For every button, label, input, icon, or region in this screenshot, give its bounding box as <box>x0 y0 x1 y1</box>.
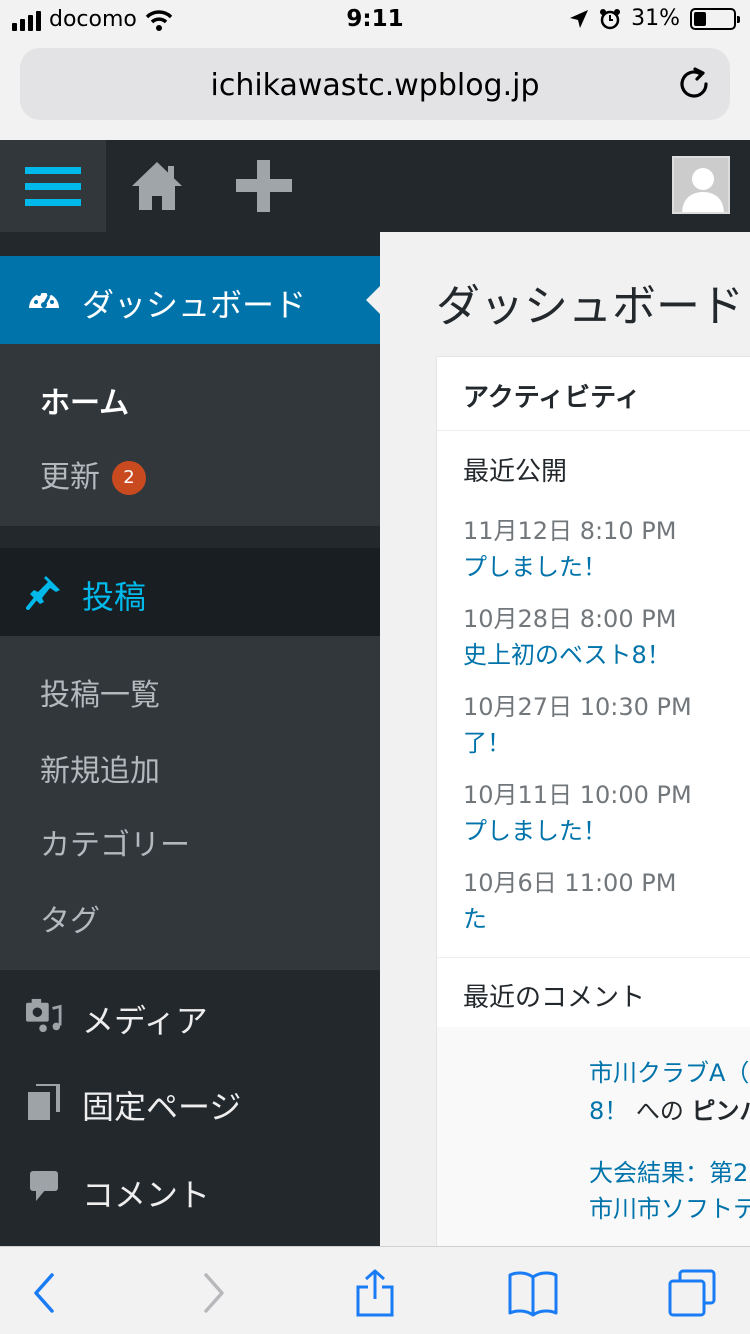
reload-icon[interactable] <box>676 66 712 102</box>
widget-header[interactable]: アクティビティ <box>437 357 750 431</box>
battery-percent: 31% <box>631 6 680 31</box>
submenu-updates[interactable]: 更新 2 <box>40 452 146 496</box>
activity-post-link[interactable]: プしました！ <box>463 547 607 582</box>
dashboard-icon <box>26 282 62 318</box>
dashboard-submenu: ホーム 更新 2 <box>0 344 380 526</box>
activity-date: 10月6日 11:00 PM <box>463 869 677 897</box>
menu-toggle-button[interactable] <box>0 140 106 232</box>
comment-post-link[interactable]: 大会結果：第2 <box>589 1153 748 1188</box>
recent-published-heading: 最近公開 <box>463 457 568 487</box>
new-content-icon[interactable] <box>236 160 292 212</box>
comment-meta: 8！ への ピンバ <box>589 1091 750 1126</box>
browser-toolbar <box>0 1246 750 1334</box>
posts-submenu: 投稿一覧 新規追加 カテゴリー タグ <box>0 636 380 970</box>
update-count-badge: 2 <box>112 461 146 495</box>
sidebar-item-pages[interactable]: 固定ページ <box>0 1058 380 1146</box>
comment-post-link[interactable]: 市川市ソフトテ <box>589 1189 750 1224</box>
pin-icon <box>26 574 62 610</box>
activity-post-link[interactable]: プしました！ <box>463 811 607 846</box>
bookmarks-icon[interactable] <box>508 1269 558 1317</box>
activity-date: 10月11日 10:00 PM <box>463 781 692 809</box>
activity-post-link[interactable]: た <box>463 899 487 934</box>
status-right: 31% <box>569 6 740 31</box>
activity-post-link[interactable]: 史上初のベスト8！ <box>463 635 671 670</box>
activity-post-link[interactable]: 了！ <box>463 723 511 758</box>
tabs-icon[interactable] <box>668 1269 718 1317</box>
user-icon <box>682 168 724 212</box>
status-bar: docomo 9:11 31% <box>0 0 750 40</box>
page-title: ダッシュボード <box>436 281 744 332</box>
sidebar-item-posts[interactable]: 投稿 <box>0 548 380 636</box>
comment-icon <box>26 1168 62 1204</box>
comment-text: への <box>628 1097 692 1125</box>
submenu-home[interactable]: ホーム <box>40 378 129 422</box>
activity-date: 10月28日 8:00 PM <box>463 605 677 633</box>
sidebar-item-media[interactable]: メディア <box>0 970 380 1058</box>
submenu-all-posts[interactable]: 投稿一覧 <box>40 670 160 714</box>
media-icon <box>26 998 62 1034</box>
alarm-icon <box>600 8 621 29</box>
admin-bar <box>0 140 750 232</box>
widget-title: アクティビティ <box>463 383 641 413</box>
admin-sidebar: ダッシュボード ホーム 更新 2 投稿 投稿一覧 新規追加 カテゴリー タグ メ… <box>0 232 380 1246</box>
submenu-add-new[interactable]: 新規追加 <box>40 746 160 790</box>
sidebar-item-label: 固定ページ <box>82 1088 242 1126</box>
hamburger-icon <box>25 166 81 174</box>
submenu-tags[interactable]: タグ <box>40 896 100 940</box>
main-content: ダッシュボード アクティビティ 最近公開 11月12日 8:10 PM プしまし… <box>380 232 750 1246</box>
battery-icon <box>690 7 740 30</box>
comment-link[interactable]: 8！ <box>589 1097 628 1125</box>
sidebar-item-comments[interactable]: コメント <box>0 1146 380 1234</box>
sidebar-item-label: 投稿 <box>82 578 147 616</box>
sidebar-item-label: ダッシュボード <box>82 286 307 324</box>
url-text[interactable]: ichikawastc.wpblog.jp <box>20 68 730 103</box>
comment-author: ピンバ <box>691 1097 750 1125</box>
pages-icon <box>26 1084 62 1120</box>
recent-comments-heading: 最近のコメント <box>463 983 646 1013</box>
sidebar-item-label: コメント <box>82 1176 211 1214</box>
recent-comments-list: 市川クラブA（ 8！ への ピンバ 大会結果：第2 市川市ソフトテ <box>437 1027 750 1246</box>
location-icon <box>570 9 589 28</box>
activity-widget: アクティビティ 最近公開 11月12日 8:10 PM プしました！ 10月28… <box>436 356 750 1246</box>
sidebar-item-dashboard[interactable]: ダッシュボード <box>0 256 380 344</box>
divider <box>437 957 750 958</box>
activity-date: 10月27日 10:30 PM <box>463 693 692 721</box>
forward-icon[interactable] <box>186 1269 236 1317</box>
home-icon[interactable] <box>128 158 186 214</box>
avatar[interactable] <box>672 156 730 214</box>
browser-address-area: ichikawastc.wpblog.jp <box>0 40 750 140</box>
address-bar[interactable]: ichikawastc.wpblog.jp <box>20 48 730 120</box>
submenu-updates-label: 更新 <box>40 460 100 495</box>
share-icon[interactable] <box>350 1269 400 1317</box>
submenu-categories[interactable]: カテゴリー <box>40 820 190 864</box>
sidebar-item-label: メディア <box>82 1002 208 1040</box>
comment-post-link[interactable]: 市川クラブA（ <box>589 1053 749 1088</box>
back-icon[interactable] <box>22 1269 72 1317</box>
activity-date: 11月12日 8:10 PM <box>463 517 677 545</box>
